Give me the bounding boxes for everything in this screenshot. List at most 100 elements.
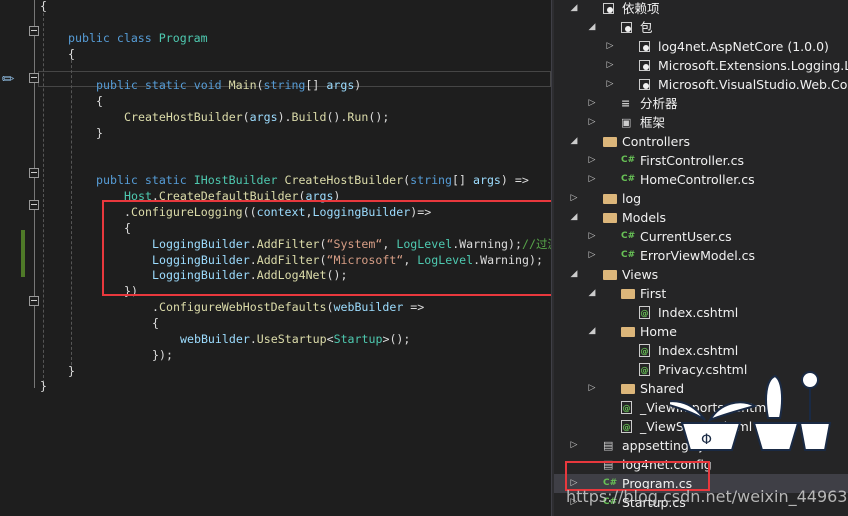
dependencies-icon: [603, 3, 614, 14]
tree-item-label: log: [622, 191, 642, 206]
expanded-arrow-icon[interactable]: ◢: [569, 132, 579, 151]
tree-item[interactable]: ◢ First: [554, 284, 848, 303]
code-token: string: [410, 173, 453, 188]
tree-item-label: Index.cshtml: [658, 305, 739, 320]
tree-item[interactable]: ▷ log4net.AspNetCore (1.0.0): [554, 37, 848, 56]
collapsed-arrow-icon[interactable]: ▷: [605, 56, 615, 75]
code-token: }: [68, 363, 75, 378]
code-token: Program: [158, 30, 208, 45]
code-line: });: [152, 347, 173, 363]
quick-actions-screwdriver-icon[interactable]: ✎: [0, 68, 19, 90]
tree-item[interactable]: ◢ Controllers: [554, 132, 848, 151]
code-token: >();: [382, 331, 411, 346]
tree-item-label: 分析器: [640, 96, 678, 111]
code-token: webBuilder: [180, 331, 250, 346]
collapsed-arrow-icon[interactable]: ▷: [587, 113, 597, 132]
razor-icon: @: [639, 344, 650, 357]
code-token: ).: [277, 109, 292, 124]
plant-pots-decoration: Φ: [670, 371, 832, 451]
collapse-main-icon[interactable]: [29, 73, 39, 83]
code-line: webBuilder.UseStartup<Startup>();: [180, 331, 410, 347]
package-icon: [639, 41, 650, 52]
tree-item-label: Home: [640, 324, 677, 339]
code-line: }: [96, 125, 103, 141]
code-token: ().: [326, 109, 348, 124]
tree-item[interactable]: ▷ C# ErrorViewModel.cs: [554, 246, 848, 265]
tree-item[interactable]: ▷ ≡ 分析器: [554, 94, 848, 113]
code-token: UseStartup: [256, 331, 327, 346]
settings-file-icon: ▤: [603, 439, 614, 452]
tree-item-label: FirstController.cs: [640, 153, 745, 168]
code-token: []: [452, 173, 473, 188]
code-token: .: [249, 331, 257, 346]
code-token: webBuilder: [333, 300, 404, 315]
code-token: {: [96, 94, 103, 109]
collapsed-arrow-icon[interactable]: ▷: [569, 436, 579, 455]
tree-item-label: 依赖项: [622, 1, 660, 16]
expanded-arrow-icon[interactable]: ◢: [569, 208, 579, 227]
code-editor[interactable]: ✎ {public class Program{public static vo…: [0, 0, 551, 516]
code-token: string: [263, 78, 306, 93]
collapse-class-icon[interactable]: [29, 26, 39, 36]
analyzer-icon: ≡: [621, 97, 631, 110]
expanded-arrow-icon[interactable]: ◢: [587, 322, 597, 341]
collapsed-arrow-icon[interactable]: ▷: [587, 227, 597, 246]
tree-item-label: 包: [640, 20, 653, 35]
code-line: }: [68, 363, 75, 379]
collapse-configurelogging-icon[interactable]: [29, 200, 39, 210]
collapsed-arrow-icon[interactable]: ▷: [605, 37, 615, 56]
tree-item-label: Controllers: [622, 134, 690, 149]
folder-icon: [621, 384, 635, 394]
tree-item[interactable]: ▷ C# CurrentUser.cs: [554, 227, 848, 246]
collapse-configurewebhost-icon[interactable]: [29, 296, 39, 306]
code-line: public class Program: [68, 30, 208, 46]
tree-item[interactable]: ▷ C# HomeController.cs: [554, 170, 848, 189]
tree-item-label: log4net.AspNetCore (1.0.0): [658, 39, 829, 54]
expanded-arrow-icon[interactable]: ◢: [569, 0, 579, 18]
expanded-arrow-icon[interactable]: ◢: [587, 284, 597, 303]
collapsed-arrow-icon[interactable]: ▷: [587, 379, 597, 398]
tree-item[interactable]: ◢ 包: [554, 18, 848, 37]
tree-item[interactable]: ▷ log: [554, 189, 848, 208]
tree-item-label: HomeController.cs: [640, 172, 755, 187]
code-line: {: [96, 93, 103, 109]
tree-item[interactable]: ◢ Home: [554, 322, 848, 341]
tree-item[interactable]: @ Index.cshtml: [554, 303, 848, 322]
collapsed-arrow-icon[interactable]: ▷: [587, 151, 597, 170]
code-token: <: [326, 331, 334, 346]
tree-item-label: 框架: [640, 115, 666, 130]
csharp-icon: C#: [621, 155, 636, 165]
code-line: .ConfigureWebHostDefaults(webBuilder =>: [152, 299, 424, 315]
code-token: });: [152, 347, 173, 362]
tree-item-label: Microsoft.VisualStudio.Web.CodeGeneratio…: [658, 77, 848, 92]
folder-icon: [603, 194, 617, 204]
folder-open-icon: [603, 137, 617, 147]
tree-item[interactable]: ◢ Views: [554, 265, 848, 284]
tree-item[interactable]: ◢ 依赖项: [554, 0, 848, 18]
collapse-createhostbuilder-icon[interactable]: [29, 168, 39, 178]
tree-item[interactable]: ▷ Microsoft.VisualStudio.Web.CodeGenerati…: [554, 75, 848, 94]
code-line: CreateHostBuilder(args).Build().Run();: [124, 109, 389, 125]
package-icon: [639, 79, 650, 90]
collapsed-arrow-icon[interactable]: ▷: [569, 189, 579, 208]
collapsed-arrow-icon[interactable]: ▷: [587, 246, 597, 265]
tree-item[interactable]: @ Index.cshtml: [554, 341, 848, 360]
tree-item-label: Index.cshtml: [658, 343, 739, 358]
razor-icon: @: [621, 420, 632, 433]
package-icon: [639, 60, 650, 71]
tree-item[interactable]: ▷ C# FirstController.cs: [554, 151, 848, 170]
collapsed-arrow-icon[interactable]: ▷: [587, 94, 597, 113]
code-token: }: [40, 379, 47, 394]
collapsed-arrow-icon[interactable]: ▷: [605, 75, 615, 94]
expanded-arrow-icon[interactable]: ◢: [587, 18, 597, 37]
code-token: (: [256, 78, 264, 93]
watermark: https://blog.csdn.net/weixin_44963437: [566, 487, 848, 506]
tree-item[interactable]: ◢ Models: [554, 208, 848, 227]
tree-item[interactable]: ▷ ▣ 框架: [554, 113, 848, 132]
expanded-arrow-icon[interactable]: ◢: [569, 265, 579, 284]
folder-open-icon: [621, 327, 635, 337]
changed-lines-marker: [21, 230, 25, 277]
collapsed-arrow-icon[interactable]: ▷: [587, 170, 597, 189]
folder-open-icon: [603, 270, 617, 280]
tree-item[interactable]: ▷ Microsoft.Extensions.Logging.Log4Net.As…: [554, 56, 848, 75]
